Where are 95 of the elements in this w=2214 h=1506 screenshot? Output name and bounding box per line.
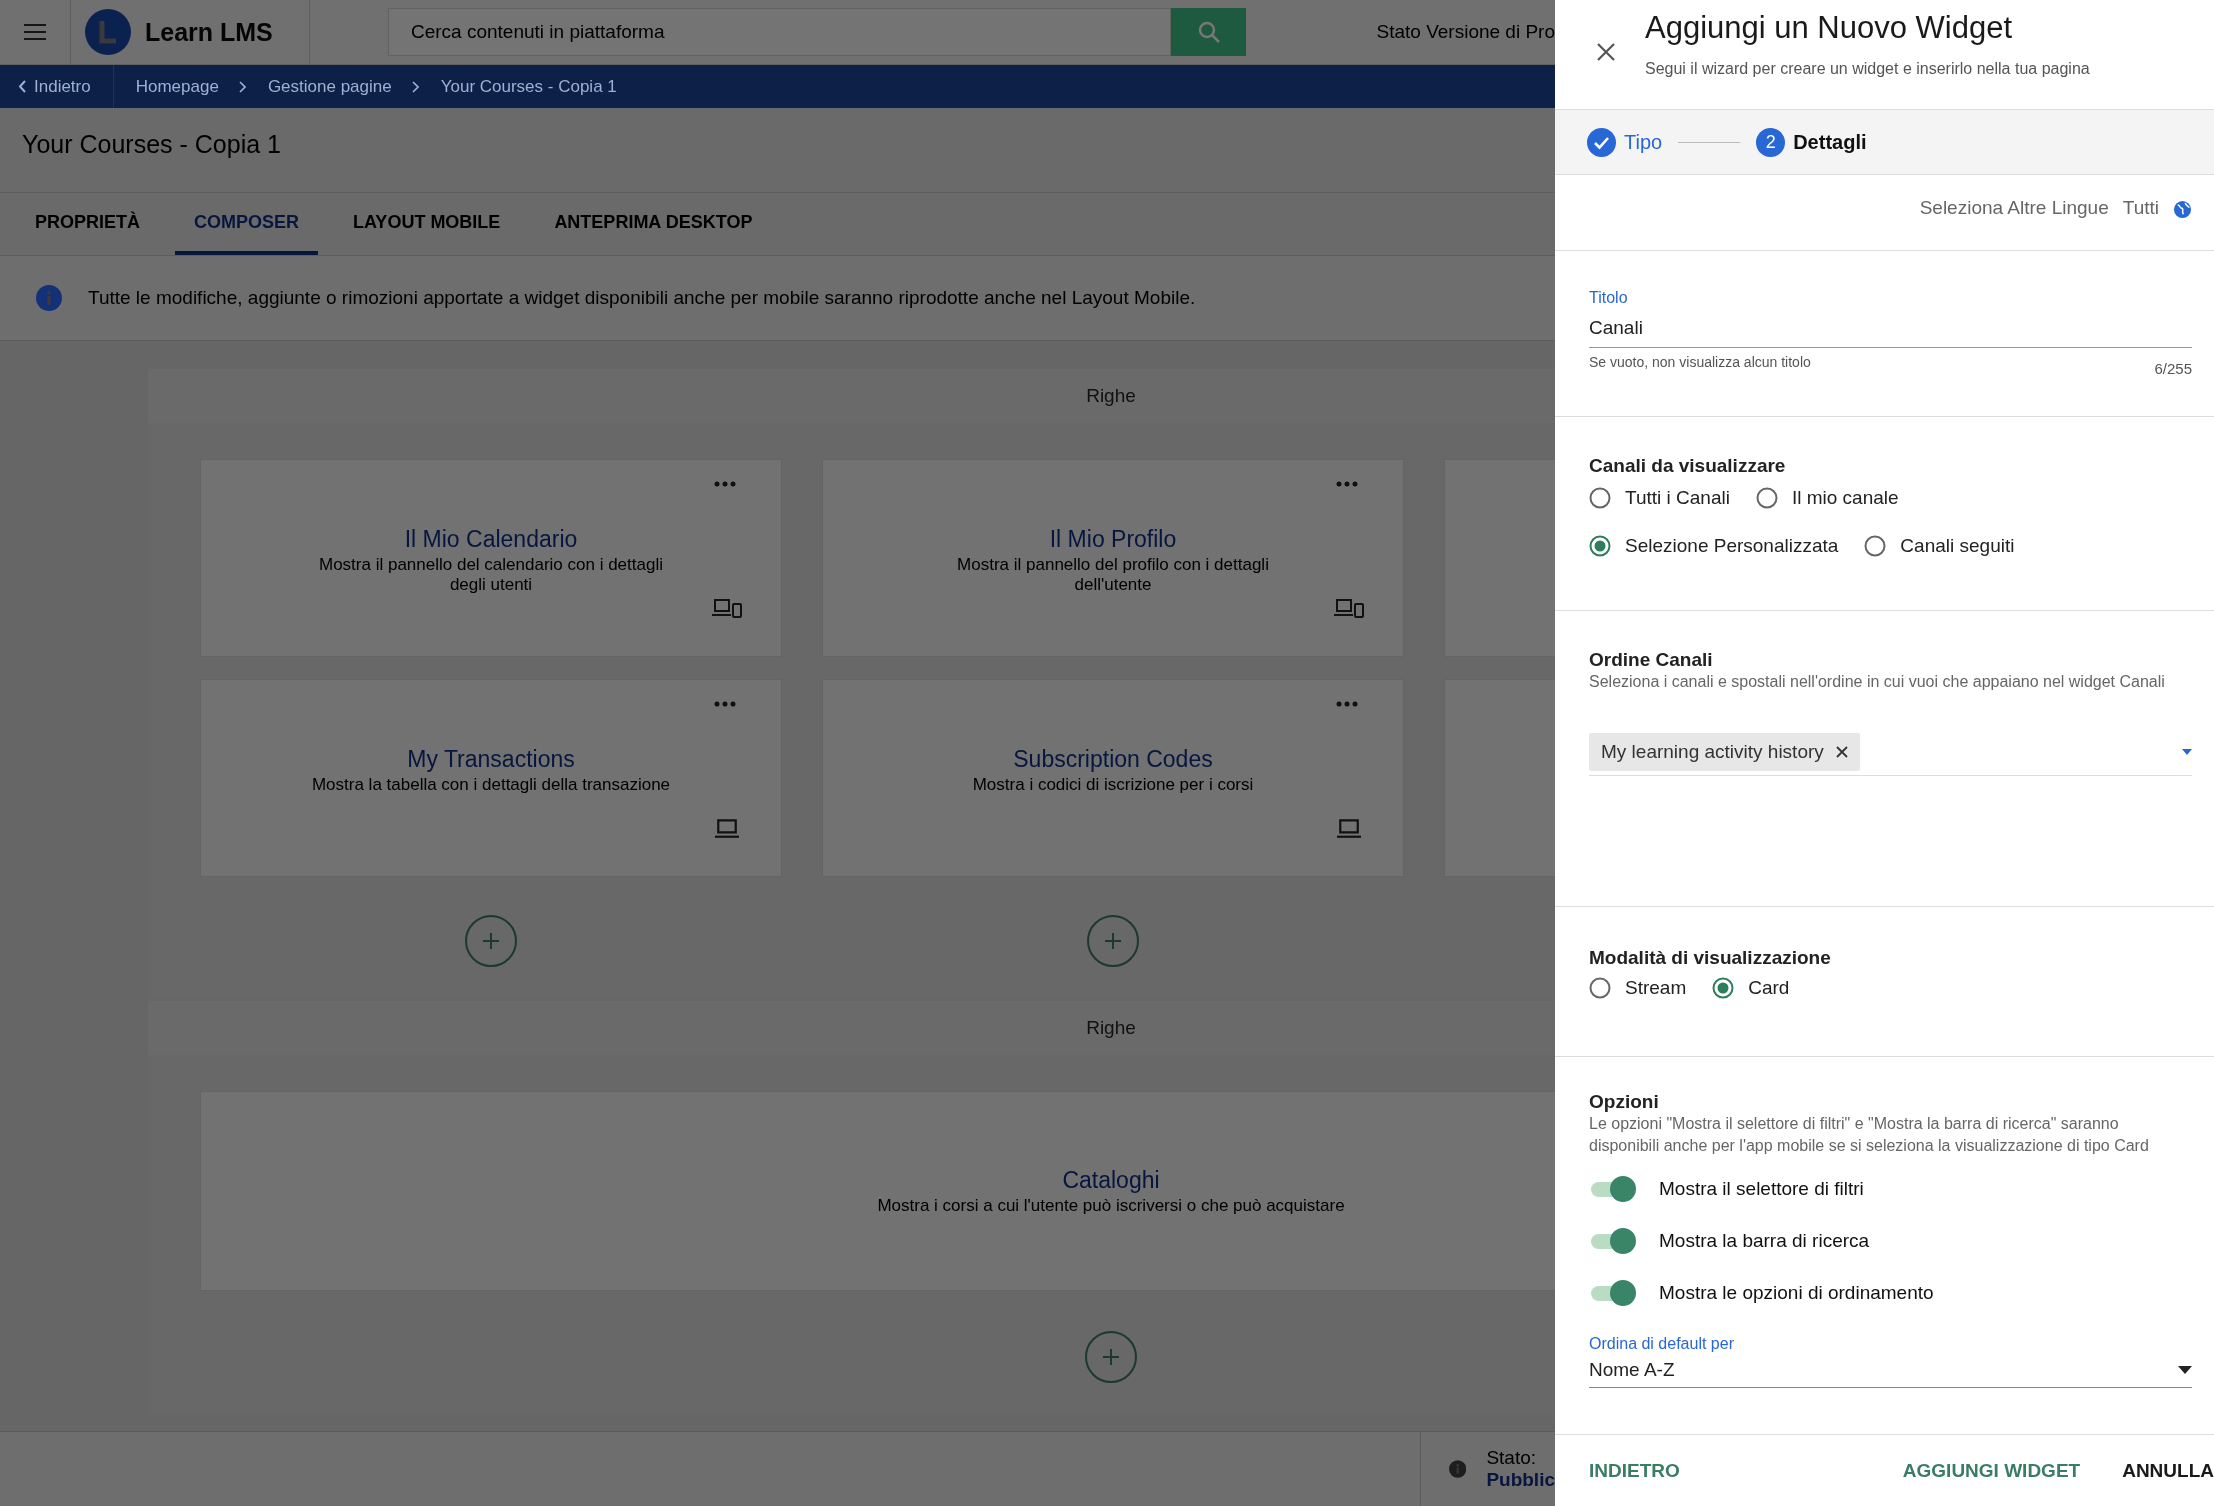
- globe-icon: [2173, 199, 2192, 219]
- widget-title[interactable]: My Transactions: [407, 746, 575, 773]
- tab[interactable]: PROPRIETÀ: [16, 193, 159, 255]
- radio-circle-icon: [1712, 977, 1735, 999]
- row-label: Righe: [1086, 1017, 1136, 1039]
- section-heading: Modalità di visualizzazione: [1589, 947, 1832, 969]
- tab[interactable]: ANTEPRIMA DESKTOP: [535, 193, 772, 255]
- add-button[interactable]: [465, 915, 517, 967]
- widget-description: Mostra il pannello del profilo con i dettagli dell'utente: [956, 555, 1270, 595]
- version-status: Stato Versione di Pro: [1376, 21, 1555, 43]
- widget-description: Mostra i codici di iscrizione per i corsi: [972, 775, 1254, 795]
- more-icon[interactable]: [1335, 700, 1359, 708]
- section-description: Le opzioni "Mostra il selettore di filtri" e "Mostra la barra di ricerca" saranno disponibili anche per l'app mobile se si seleziona la visualizzazione di tipo Card: [1589, 1114, 2150, 1156]
- check-icon: [1587, 127, 1616, 157]
- panel-subtitle: Segui il wizard per creare un widget e inserirlo nella tua pagina: [1645, 60, 2090, 78]
- radio-circle-icon: [1589, 977, 1611, 999]
- radio-circle-icon: [1589, 535, 1611, 557]
- plus-icon: [1102, 930, 1124, 952]
- sort-select[interactable]: Nome A-Z: [1589, 1353, 2192, 1388]
- search-icon: [1196, 20, 1221, 44]
- widget-description: Mostra i corsi a cui l'utente può iscriversi o che può acquistare: [877, 1195, 1345, 1216]
- status-value: Pubblic: [1486, 1469, 1555, 1491]
- chevron-icon: [238, 80, 246, 93]
- widget-card[interactable]: Cataloghi Mostra i corsi a cui l'utente può iscriversi o che può acquistare: [200, 1091, 1555, 1291]
- field-hint: Se vuoto, non visualizza alcun titolo: [1589, 354, 1811, 372]
- breadcrumb-link[interactable]: Homepage: [135, 76, 219, 97]
- section-heading: Ordine Canali: [1589, 649, 1714, 671]
- menu-icon[interactable]: [24, 24, 46, 40]
- radio-circle-icon: [1864, 535, 1887, 557]
- section-heading: Opzioni: [1589, 1091, 1660, 1113]
- add-button[interactable]: [1087, 915, 1139, 967]
- widget-title[interactable]: Cataloghi: [1062, 1166, 1160, 1194]
- section-heading: Canali da visualizzare: [1589, 455, 1787, 477]
- radio-circle-icon: [1589, 487, 1611, 509]
- toggle-switch[interactable]: Mostra la barra di ricerca: [1589, 1225, 1870, 1257]
- logo-icon[interactable]: [85, 9, 131, 55]
- breadcrumb-link[interactable]: Your Courses - Copia 1: [440, 76, 617, 97]
- laptop-phone-icon: [1333, 596, 1365, 620]
- channel-chip[interactable]: My learning activity history: [1589, 733, 1860, 771]
- row-label: Righe: [1086, 385, 1136, 407]
- more-icon[interactable]: [713, 700, 737, 708]
- widget-description: Mostra il pannello del calendario con i dettagli degli utenti: [318, 555, 664, 595]
- widget-card[interactable]: Subscription Codes Mostra i codici di iscrizione per i corsi: [822, 679, 1404, 877]
- language-selector[interactable]: Tutti: [2122, 197, 2192, 219]
- wizard-step[interactable]: Tipo: [1587, 127, 1663, 157]
- more-icon[interactable]: [713, 480, 737, 488]
- radio-option[interactable]: Stream: [1589, 977, 1687, 999]
- character-counter: 6/255: [2154, 360, 2192, 377]
- radio-option[interactable]: Card: [1712, 977, 1790, 999]
- radio-circle-icon: [1755, 487, 1778, 509]
- radio-option[interactable]: Canali seguiti: [1864, 535, 2015, 557]
- radio-option[interactable]: Selezione Personalizzata: [1589, 535, 1839, 557]
- widget-card[interactable]: Il Mio Profilo Mostra il pannello del profilo con i dettagli dell'utente: [822, 459, 1404, 657]
- radio-option[interactable]: Tutti i Canali: [1589, 487, 1730, 509]
- more-icon[interactable]: [1335, 480, 1359, 488]
- language-label: Seleziona Altre Lingue: [1919, 197, 2109, 219]
- info-icon: [36, 285, 62, 311]
- search-field[interactable]: Cerca contenuti in piattaforma: [388, 8, 1171, 56]
- chevron-icon: [411, 80, 419, 93]
- toggle-switch[interactable]: Mostra le opzioni di ordinamento: [1589, 1277, 1934, 1309]
- widget-title[interactable]: Subscription Codes: [1013, 746, 1213, 773]
- field-label: Titolo: [1589, 289, 1629, 307]
- plus-icon: [480, 930, 502, 952]
- widget-title[interactable]: Il Mio Profilo: [1049, 526, 1177, 553]
- back-link[interactable]: Indietro: [0, 65, 114, 108]
- radio-option[interactable]: Il mio canale: [1755, 487, 1899, 509]
- remove-icon[interactable]: [1835, 746, 1848, 758]
- wizard-step[interactable]: 2 Dettagli: [1756, 127, 1867, 157]
- caret-icon: [2178, 1366, 2192, 1374]
- tab[interactable]: LAYOUT MOBILE: [334, 193, 520, 255]
- breadcrumb-link[interactable]: Gestione pagine: [267, 76, 392, 97]
- field-label: Ordina di default per: [1589, 1335, 1735, 1353]
- info-message: Tutte le modifiche, aggiunte o rimozioni apportate a widget disponibili anche per mobile saranno riprodotte anche nel Layout Mobile.: [88, 287, 1196, 309]
- page-title: Your Courses - Copia 1: [22, 130, 281, 158]
- widget-card[interactable]: Il Mio Calendario Mostra il pannello del calendario con i dettagli degli utenti: [200, 459, 782, 657]
- back-button[interactable]: INDIETRO: [1589, 1459, 1680, 1482]
- close-icon: [1596, 42, 1616, 62]
- status-label: Stato:: [1486, 1447, 1538, 1469]
- cancel-button[interactable]: ANNULLA: [2122, 1459, 2214, 1482]
- laptop-phone-icon: [711, 596, 743, 620]
- toggle-switch[interactable]: Mostra il selettore di filtri: [1589, 1173, 1864, 1205]
- add-widget-button[interactable]: AGGIUNGI WIDGET: [1902, 1459, 2081, 1482]
- add-button[interactable]: [1085, 1331, 1137, 1383]
- widget-card[interactable]: My Transactions Mostra la tabella con i dettagli della transazione: [200, 679, 782, 877]
- dropdown-caret-icon[interactable]: [2182, 749, 2192, 755]
- app-name: Learn LMS: [145, 17, 273, 47]
- section-description: Seleziona i canali e spostali nell'ordine in cui vuoi che appaiano nel widget Canali: [1589, 672, 2166, 692]
- chevron-left-icon: [18, 80, 26, 93]
- plus-icon: [1100, 1346, 1122, 1368]
- panel-title: Aggiungi un Nuovo Widget: [1645, 10, 2014, 46]
- switch-icon: [1589, 1173, 1639, 1205]
- widget-title[interactable]: Il Mio Calendario: [404, 526, 578, 553]
- switch-icon: [1589, 1225, 1639, 1257]
- widget-description: Mostra la tabella con i dettagli della transazione: [311, 775, 671, 795]
- switch-icon: [1589, 1277, 1639, 1309]
